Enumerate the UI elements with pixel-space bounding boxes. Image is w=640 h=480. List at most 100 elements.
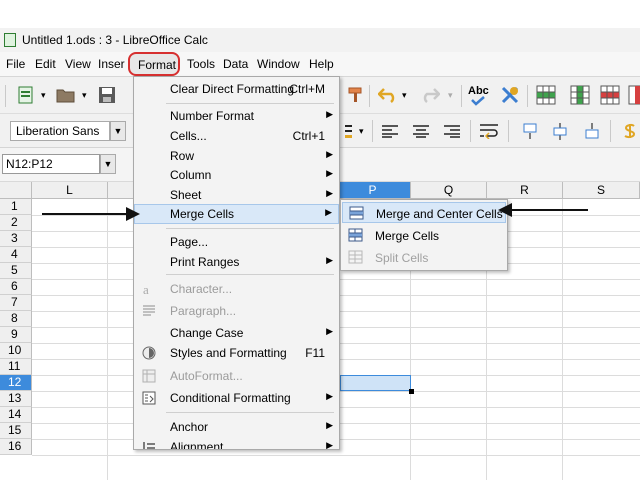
insert-columns-icon[interactable] [570, 85, 590, 105]
currency-format-icon[interactable] [620, 121, 640, 141]
row-header-11[interactable]: 11 [0, 359, 32, 375]
selected-range[interactable] [340, 375, 411, 391]
clone-formatting-icon[interactable] [346, 85, 366, 105]
underline-icon[interactable] [340, 121, 360, 141]
align-center-icon[interactable] [411, 121, 431, 141]
delete-columns-icon[interactable] [628, 85, 640, 105]
menu-item-label: AutoFormat... [170, 369, 243, 383]
menu-item-change-case[interactable]: Change Case ▶ [134, 323, 339, 343]
underline-dropdown-icon[interactable]: ▾ [359, 126, 364, 137]
toolbar-separator [5, 85, 6, 107]
menu-separator [166, 274, 334, 275]
row-header-8[interactable]: 8 [0, 311, 32, 327]
split-cells-icon [348, 250, 363, 264]
column-header-s[interactable]: S [563, 182, 640, 199]
character-icon: a [143, 282, 149, 296]
row-header-9[interactable]: 9 [0, 327, 32, 343]
align-center-vertical-icon[interactable] [550, 121, 570, 141]
menu-item-row[interactable]: Row ▶ [134, 146, 339, 166]
row-header-10[interactable]: 10 [0, 343, 32, 359]
align-bottom-icon[interactable] [582, 121, 602, 141]
row-header-1[interactable]: 1 [0, 199, 32, 215]
row-header-7[interactable]: 7 [0, 295, 32, 311]
menu-help[interactable]: Help [309, 57, 334, 71]
menu-item-page[interactable]: Page... [134, 232, 339, 252]
row-header-2[interactable]: 2 [0, 215, 32, 231]
menu-data[interactable]: Data [223, 57, 248, 71]
menu-item-label: Anchor [170, 420, 209, 434]
row-header-4[interactable]: 4 [0, 247, 32, 263]
column-header-r[interactable]: R [487, 182, 563, 199]
submenu-arrow-icon: ▶ [326, 440, 333, 450]
submenu-item-merge-cells[interactable]: Merge Cells [342, 225, 506, 246]
menu-insert[interactable]: Inser [98, 57, 125, 71]
menu-item-number-format[interactable]: Number Format ▶ [134, 106, 339, 126]
menu-item-shortcut: Ctrl+1 [292, 129, 325, 143]
submenu-arrow-icon: ▶ [326, 149, 333, 159]
calc-app-icon [4, 33, 16, 47]
menu-item-shortcut: F11 [305, 346, 325, 360]
align-top-icon[interactable] [520, 121, 540, 141]
spellcheck-icon[interactable]: Abc [468, 83, 494, 107]
select-all-corner[interactable] [0, 182, 32, 199]
menu-item-label: Column [170, 168, 212, 182]
submenu-arrow-icon: ▶ [325, 207, 332, 217]
menu-item-sheet[interactable]: Sheet ▶ [134, 185, 339, 205]
column-header-l[interactable]: L [32, 182, 108, 199]
save-icon[interactable] [97, 85, 117, 105]
align-left-icon[interactable] [380, 121, 400, 141]
delete-rows-icon[interactable] [600, 85, 620, 105]
wrap-text-icon[interactable] [479, 121, 499, 141]
menu-item-merge-cells[interactable]: Merge Cells ▶ [134, 204, 339, 224]
submenu-item-label: Merge and Center Cells [376, 207, 503, 221]
row-header-5[interactable]: 5 [0, 263, 32, 279]
menu-file[interactable]: File [6, 57, 25, 71]
svg-text:a: a [143, 282, 149, 296]
name-box[interactable]: N12:P12 [2, 154, 100, 174]
name-box-value: N12:P12 [6, 157, 53, 171]
row-header-13[interactable]: 13 [0, 391, 32, 407]
column-header-q[interactable]: Q [411, 182, 487, 199]
menu-window[interactable]: Window [257, 57, 300, 71]
row-header-16[interactable]: 16 [0, 439, 32, 455]
submenu-item-label: Merge Cells [375, 229, 440, 243]
row-header-12[interactable]: 12 [0, 375, 32, 391]
row-header-15[interactable]: 15 [0, 423, 32, 439]
menu-item-alignment[interactable]: Alignment ▶ [134, 437, 339, 450]
menu-item-column[interactable]: Column ▶ [134, 165, 339, 185]
name-box-dropdown-icon[interactable]: ▼ [100, 154, 116, 174]
row-header-6[interactable]: 6 [0, 279, 32, 295]
submenu-item-merge-and-center-cells[interactable]: Merge and Center Cells [342, 202, 506, 223]
menu-format[interactable]: Format [128, 52, 180, 76]
menu-view[interactable]: View [65, 57, 91, 71]
auto-spellcheck-icon[interactable] [500, 85, 520, 105]
align-right-icon[interactable] [442, 121, 462, 141]
open-folder-icon[interactable] [56, 85, 76, 105]
fill-handle[interactable] [409, 389, 414, 394]
title-bar: Untitled 1.ods : 3 - LibreOffice Calc [0, 28, 640, 52]
menu-item-shortcut: Ctrl+M [289, 82, 325, 96]
menu-edit[interactable]: Edit [35, 57, 56, 71]
font-name-box[interactable]: Liberation Sans [10, 121, 110, 141]
menu-item-styles-and-formatting[interactable]: Styles and Formatting F11 [134, 343, 339, 363]
autoformat-icon [142, 369, 156, 383]
row-header-3[interactable]: 3 [0, 231, 32, 247]
new-document-icon[interactable] [16, 85, 36, 105]
open-dropdown-icon[interactable]: ▾ [82, 90, 87, 101]
new-dropdown-icon[interactable]: ▾ [41, 90, 46, 101]
menu-item-clear-direct-formatting[interactable]: Clear Direct Formatting Ctrl+M [134, 79, 339, 99]
menu-item-cells[interactable]: Cells... Ctrl+1 [134, 126, 339, 146]
menu-item-anchor[interactable]: Anchor ▶ [134, 417, 339, 437]
menu-item-print-ranges[interactable]: Print Ranges ▶ [134, 252, 339, 272]
toolbar-separator [610, 120, 611, 142]
menu-item-conditional-formatting[interactable]: Conditional Formatting ▶ [134, 388, 339, 408]
row-header-14[interactable]: 14 [0, 407, 32, 423]
column-header-p[interactable]: P [335, 182, 411, 199]
undo-dropdown-icon[interactable]: ▾ [402, 90, 407, 101]
menu-tools[interactable]: Tools [187, 57, 215, 71]
undo-icon[interactable] [378, 85, 398, 105]
insert-rows-icon[interactable] [536, 85, 556, 105]
toolbar-separator [461, 85, 462, 107]
submenu-item-label: Split Cells [375, 251, 429, 265]
font-name-dropdown-icon[interactable]: ▼ [110, 121, 126, 141]
